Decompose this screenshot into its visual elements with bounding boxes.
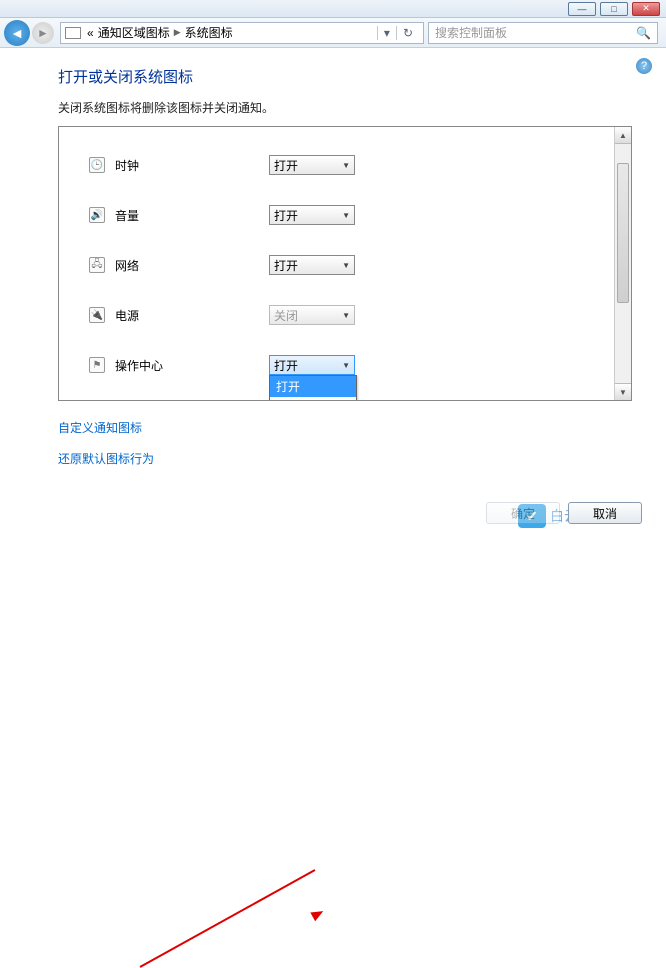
page-title: 打开或关闭系统图标 (58, 66, 632, 87)
breadcrumb-item[interactable]: 系统图标 (185, 24, 233, 41)
dropdown-option-open[interactable]: 打开 (270, 376, 356, 397)
link-customize-icons[interactable]: 自定义通知图标 (58, 419, 632, 436)
chevron-down-icon: ▼ (342, 161, 350, 170)
row-label: 网络 (115, 257, 139, 274)
chevron-down-icon: ▼ (342, 261, 350, 270)
nav-forward-button[interactable]: ► (32, 22, 54, 44)
chevron-right-icon: ▶ (174, 27, 181, 38)
scroll-down-button[interactable]: ▼ (615, 383, 631, 400)
minimize-button[interactable]: — (568, 2, 596, 16)
combo-power: 关闭▼ (269, 305, 355, 325)
network-icon: 🖧 (89, 257, 105, 273)
address-dropdown-button[interactable]: ▾ (377, 26, 396, 40)
chevron-down-icon: ▼ (342, 361, 350, 370)
row-label: 音量 (115, 207, 139, 224)
address-bar[interactable]: « 通知区域图标 ▶ 系统图标 ▾ ↻ (60, 22, 424, 44)
row-label: 电源 (115, 307, 139, 324)
window-titlebar: — □ ✕ (0, 0, 666, 18)
combo-action-center[interactable]: 打开▼ 打开 关闭 (269, 355, 355, 375)
combo-network[interactable]: 打开▼ (269, 255, 355, 275)
search-icon: 🔍 (636, 26, 651, 40)
nav-back-button[interactable]: ◄ (4, 20, 30, 46)
search-placeholder: 搜索控制面板 (435, 24, 507, 41)
breadcrumb-item[interactable]: 通知区域图标 (98, 24, 170, 41)
page-description: 关闭系统图标将删除该图标并关闭通知。 (58, 99, 632, 116)
scroll-up-button[interactable]: ▲ (615, 127, 631, 144)
row-label: 时钟 (115, 157, 139, 174)
dialog-button-bar: 确定 取消 (486, 502, 642, 524)
icons-list-frame: 系统图标 行为 🕒 时钟 打开▼ 🔊 音量 (58, 126, 632, 401)
link-restore-defaults[interactable]: 还原默认图标行为 (58, 450, 632, 467)
list-row-clock: 🕒 时钟 打开▼ (89, 140, 603, 190)
ok-button[interactable]: 确定 (486, 502, 560, 524)
search-input[interactable]: 搜索控制面板 🔍 (428, 22, 658, 44)
combo-clock[interactable]: 打开▼ (269, 155, 355, 175)
chevron-down-icon: ▼ (342, 211, 350, 220)
scroll-thumb[interactable] (617, 163, 629, 303)
help-icon[interactable]: ? (636, 58, 652, 74)
list-row-power: 🔌 电源 关闭▼ (89, 290, 603, 340)
navigation-bar: ◄ ► « 通知区域图标 ▶ 系统图标 ▾ ↻ 搜索控制面板 🔍 (0, 18, 666, 48)
refresh-button[interactable]: ↻ (396, 26, 419, 40)
vertical-scrollbar[interactable]: ▲ ▼ (614, 127, 631, 400)
combo-dropdown: 打开 关闭 (269, 375, 357, 400)
breadcrumb-item[interactable]: « (87, 26, 94, 40)
chevron-down-icon: ▼ (342, 311, 350, 320)
dropdown-option-close[interactable]: 关闭 (270, 397, 356, 400)
list-row-action-center: ⚑ 操作中心 打开▼ 打开 关闭 (89, 340, 603, 390)
cancel-button[interactable]: 取消 (568, 502, 642, 524)
volume-icon: 🔊 (89, 207, 105, 223)
power-icon: 🔌 (89, 307, 105, 323)
close-button[interactable]: ✕ (632, 2, 660, 16)
list-row-volume: 🔊 音量 打开▼ (89, 190, 603, 240)
breadcrumb: « 通知区域图标 ▶ 系统图标 (87, 24, 377, 41)
control-panel-icon (65, 27, 81, 39)
row-label: 操作中心 (115, 357, 163, 374)
list-row-network: 🖧 网络 打开▼ (89, 240, 603, 290)
clock-icon: 🕒 (89, 157, 105, 173)
links-section: 自定义通知图标 还原默认图标行为 (58, 419, 632, 467)
flag-icon: ⚑ (89, 357, 105, 373)
combo-volume[interactable]: 打开▼ (269, 205, 355, 225)
maximize-button[interactable]: □ (600, 2, 628, 16)
